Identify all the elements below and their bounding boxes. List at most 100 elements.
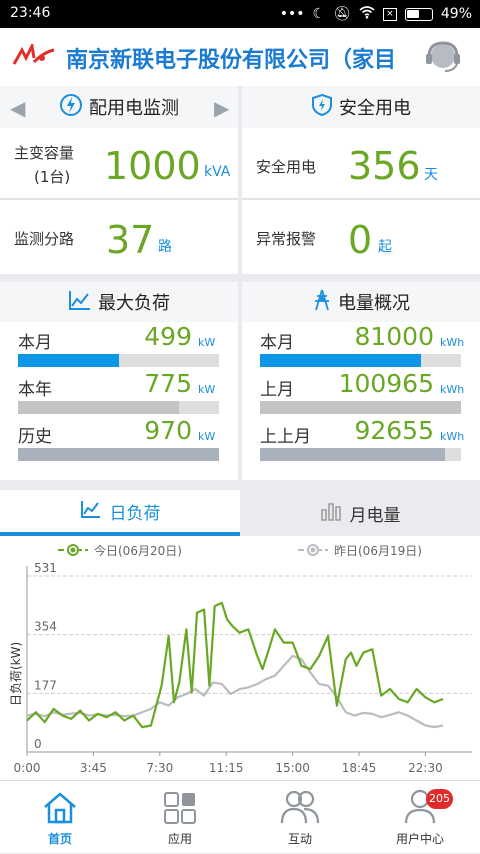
nav-user-center[interactable]: 205 用户中心 bbox=[360, 781, 480, 854]
row-unit: kWh bbox=[440, 336, 465, 349]
row-bar-fill bbox=[18, 354, 119, 367]
row-unit: kW bbox=[198, 336, 216, 349]
daily-chart-icon bbox=[80, 499, 102, 524]
row-unit: kW bbox=[198, 383, 216, 396]
legend-label: 今日(06月20日) bbox=[94, 543, 182, 558]
row-bar-fill bbox=[260, 354, 421, 367]
branches-unit: 路 bbox=[158, 239, 172, 255]
sim-icon: × bbox=[382, 7, 397, 21]
wifi-icon bbox=[359, 5, 375, 23]
x-tick-label: 0:00 bbox=[14, 761, 41, 775]
row-value: 499 bbox=[144, 322, 192, 351]
capacity-value: 1000 bbox=[104, 144, 201, 188]
more-dots-icon: ••• bbox=[279, 6, 305, 22]
mute-bell-icon: 🔕︎ bbox=[333, 6, 351, 22]
company-title: 南京新联电子股份有限公司（家目 bbox=[66, 48, 397, 73]
bar-chart-icon bbox=[320, 501, 342, 526]
row-bar bbox=[18, 354, 219, 367]
row-bar bbox=[260, 448, 461, 461]
row-unit: kWh bbox=[440, 430, 465, 443]
safety-title: 安全用电 bbox=[339, 98, 411, 119]
capacity-sub: (1台) bbox=[34, 168, 71, 186]
nav-home-label: 首页 bbox=[47, 832, 72, 846]
safe-days-value: 356 bbox=[348, 144, 421, 188]
branches-value: 37 bbox=[106, 218, 155, 262]
row-unit: kW bbox=[198, 430, 216, 443]
maxload-header: 最大负荷 bbox=[0, 282, 238, 322]
safety-header: 安全用电 bbox=[242, 86, 480, 128]
row-label: 本年 bbox=[18, 380, 52, 400]
series-line-today bbox=[26, 601, 444, 729]
capacity-label: 主变容量 bbox=[14, 144, 75, 162]
alarm-value: 0 bbox=[348, 218, 373, 262]
home-icon bbox=[42, 791, 78, 829]
chart-tabs: 日负荷 月电量 bbox=[0, 490, 480, 536]
row-value: 92655 bbox=[354, 416, 434, 445]
energy-title: 电量概况 bbox=[338, 293, 410, 314]
row-label: 上月 bbox=[260, 380, 294, 400]
x-tick-label: 22:30 bbox=[408, 761, 443, 775]
energy-header: 电量概况 bbox=[242, 282, 480, 322]
next-arrow-icon[interactable]: ▶ bbox=[214, 96, 229, 120]
power-tower-icon bbox=[312, 288, 332, 317]
monitor-title: 配用电监测 bbox=[89, 98, 179, 119]
row-value: 100965 bbox=[338, 369, 434, 398]
legend-label: 昨日(06月19日) bbox=[334, 544, 422, 558]
x-tick-label: 15:00 bbox=[275, 761, 310, 775]
x-tick-label: 3:45 bbox=[80, 761, 107, 775]
x-tick-label: 11:15 bbox=[209, 761, 244, 775]
y-tick-label: 354 bbox=[34, 620, 57, 634]
nav-user-center-label: 用户中心 bbox=[395, 832, 444, 846]
shield-lightning-icon bbox=[311, 93, 333, 122]
row-value: 775 bbox=[144, 369, 192, 398]
legend-marker-dot bbox=[310, 547, 316, 553]
customer-service-icon[interactable] bbox=[424, 40, 462, 78]
x-tick-label: 18:45 bbox=[342, 761, 377, 775]
y-axis-label: 日负荷(kW) bbox=[9, 642, 23, 706]
row-bar-fill bbox=[260, 401, 461, 414]
legend-marker-dot bbox=[70, 547, 76, 553]
tab-monthly-energy[interactable]: 月电量 bbox=[240, 490, 480, 536]
nav-interaction[interactable]: 互动 bbox=[240, 781, 360, 854]
nav-interaction-label: 互动 bbox=[287, 832, 312, 846]
status-icons: ••• ☾ 🔕︎ × 49% bbox=[280, 5, 472, 23]
line-chart-icon bbox=[68, 289, 92, 316]
safety-panel: 安全用电 安全用电 356 天 异常报警 0 起 bbox=[242, 86, 480, 274]
row-bar bbox=[18, 448, 219, 461]
moon-icon: ☾ bbox=[312, 6, 326, 22]
row-unit: kWh bbox=[440, 383, 465, 396]
x-tick-label: 7:30 bbox=[146, 761, 173, 775]
row-value: 970 bbox=[144, 416, 192, 445]
alarm-unit: 起 bbox=[378, 239, 392, 255]
tab-daily-label: 日负荷 bbox=[109, 503, 161, 524]
row-bar-fill bbox=[18, 448, 219, 461]
apps-grid-icon bbox=[163, 791, 197, 829]
monitor-header: 配用电监测 bbox=[0, 86, 238, 128]
nav-apps[interactable]: 应用 bbox=[120, 781, 240, 854]
tab-daily-load[interactable]: 日负荷 bbox=[0, 490, 240, 536]
safe-days-label: 安全用电 bbox=[256, 158, 317, 176]
row-label: 本月 bbox=[18, 333, 52, 353]
bottom-navigation: 首页 应用 互动 205 用户中心 bbox=[0, 780, 480, 853]
interaction-users-icon bbox=[280, 789, 320, 829]
row-bar-fill bbox=[260, 448, 445, 461]
daily-load-chart-panel: 今日(06月20日) 昨日(06月19日) 531 354 177 0 日负荷(kW) 0:0… bbox=[0, 536, 480, 780]
row-bar bbox=[260, 354, 461, 367]
tab-monthly-label: 月电量 bbox=[349, 505, 401, 526]
battery-percent: 49% bbox=[440, 6, 472, 22]
row-bar bbox=[18, 401, 219, 414]
row-label: 历史 bbox=[18, 427, 52, 447]
capacity-unit: kVA bbox=[204, 164, 231, 180]
alarm-label: 异常报警 bbox=[256, 230, 317, 248]
row-bar bbox=[260, 401, 461, 414]
y-tick-label: 177 bbox=[34, 678, 57, 692]
prev-arrow-icon[interactable]: ◀ bbox=[10, 96, 25, 120]
nav-home[interactable]: 首页 bbox=[0, 781, 120, 854]
y-tick-label: 531 bbox=[34, 561, 57, 575]
row-label: 本月 bbox=[260, 333, 294, 353]
maxload-panel: 最大负荷 本月 499 kW 本年 775 kW 历史 970 kW bbox=[0, 282, 238, 480]
energy-panel: 电量概况 本月 81000 kWh 上月 100965 kWh 上上月 92655 kWh bbox=[242, 282, 480, 480]
row-value: 81000 bbox=[354, 322, 434, 351]
monitor-lightning-icon bbox=[59, 93, 83, 122]
branches-label: 监测分路 bbox=[14, 230, 75, 248]
